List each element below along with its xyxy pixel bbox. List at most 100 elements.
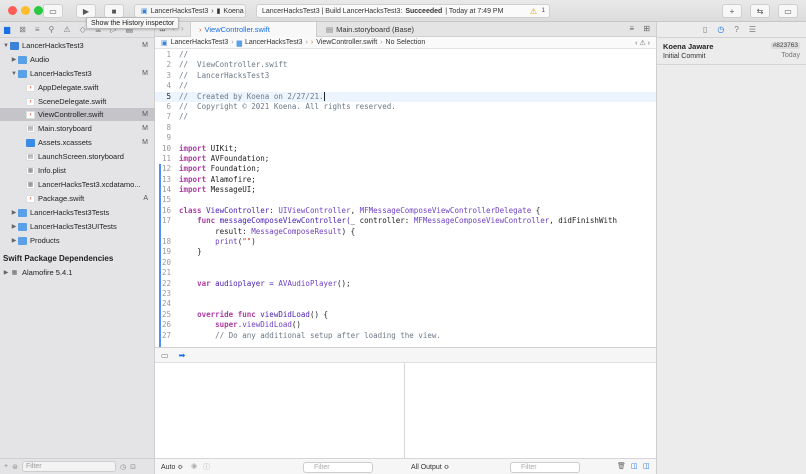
list-item[interactable]: ▼ LancerHacksTest3 M <box>0 39 155 52</box>
code-text: () <box>309 309 319 319</box>
code-line: 13 import Alamofire; <box>155 175 656 185</box>
device-icon: ▮ <box>216 8 221 15</box>
zoom-window-button[interactable] <box>34 6 43 15</box>
chevron-right-icon[interactable]: ▶ <box>10 56 18 63</box>
breadcrumb-item[interactable]: LancerHacksTest3 <box>245 39 303 46</box>
info-icon[interactable]: ⓘ <box>203 462 210 472</box>
split-view-icon[interactable]: ◫ <box>631 462 638 470</box>
list-item[interactable]: Assets.xcassets M <box>0 136 155 149</box>
code-line: 23 <box>155 289 656 299</box>
sidebar-icon: ▭ <box>49 6 57 16</box>
code-line: 19 } <box>155 247 656 257</box>
list-item[interactable]: › SceneDelegate.swift <box>0 95 155 108</box>
toggle-inspector-button[interactable]: ▭ <box>778 4 798 18</box>
forward-arrow-icon[interactable]: › <box>181 24 184 33</box>
file-inspector-icon[interactable]: ▯ <box>703 25 707 34</box>
source-editor[interactable]: 1 // 2 // ViewController.swift 3 // LancerH… <box>155 50 656 347</box>
folder-icon <box>18 55 27 64</box>
tab-label: ViewController.swift <box>204 25 270 34</box>
issue-navigation-arrows[interactable]: ‹ ⚠ › <box>635 39 650 47</box>
chevron-right-icon[interactable]: ▶ <box>10 237 18 244</box>
symbol-icon[interactable]: ≡ <box>35 25 40 34</box>
chevron-right-icon: › <box>231 39 234 46</box>
console-output-select[interactable]: All Output ≎ <box>411 463 450 471</box>
code-line: 3 // LancerHacksTest3 <box>155 71 656 81</box>
list-item-label: AppDelegate.swift <box>38 83 99 92</box>
list-item[interactable]: › ViewController.swift M <box>0 108 155 121</box>
search-icon[interactable]: ⚲ <box>49 25 55 34</box>
console-filter-input[interactable]: Filter <box>510 462 580 473</box>
scheme-selector[interactable]: ▣ LancerHacksTest3 › ▮ Koena <box>134 4 246 18</box>
console-view[interactable] <box>405 363 656 458</box>
project-icon: ▣ <box>161 39 168 47</box>
list-item[interactable]: ▤ LaunchScreen.storyboard <box>0 150 155 163</box>
history-inspector-tooltip: Show the History inspector <box>86 17 180 29</box>
list-item[interactable]: › AppDelegate.swift <box>0 81 155 94</box>
list-item[interactable]: ▦ LancerHacksTest3.xcdatamo... <box>0 178 155 191</box>
editor-options-icon[interactable]: ≡ <box>629 24 634 33</box>
library-button[interactable]: + <box>722 4 742 18</box>
variables-view[interactable] <box>155 363 405 458</box>
source-control-filter-icon[interactable]: ⊡ <box>130 463 136 471</box>
project-navigator: ▆ ⊠ ≡ ⚲ ⚠ ◇ ≣ ▷ ▤ ▼ LancerHacksTest3 M ▶… <box>0 22 155 474</box>
chevron-right-icon[interactable]: ▶ <box>10 223 18 230</box>
list-item[interactable]: ▦ Info.plist <box>0 164 155 177</box>
variable-scope-select[interactable]: Auto ≎ <box>161 463 183 471</box>
folder-icon <box>18 208 27 217</box>
code-comment: // <box>179 50 189 59</box>
folder-icon[interactable]: ▆ <box>4 25 10 34</box>
close-window-button[interactable] <box>8 6 17 15</box>
trash-icon[interactable]: 🗑 <box>617 462 626 470</box>
breadcrumb-item[interactable]: ViewController.swift <box>316 39 377 46</box>
list-item[interactable]: ▼ LancerHacksTest3 M <box>0 67 155 80</box>
breadcrumb-item[interactable]: No Selection <box>386 39 426 46</box>
chevron-down-icon[interactable]: ▼ <box>2 43 10 49</box>
hide-debug-area-icon[interactable]: ▭ <box>161 351 169 360</box>
split-view-icon[interactable]: ◫ <box>643 462 650 470</box>
commit-entry[interactable]: Koena Jaware #823763 Initial Commit Toda… <box>657 38 806 62</box>
toggle-navigator-button[interactable]: ▭ <box>43 4 63 18</box>
code-text: _ controller: <box>350 216 414 226</box>
asset-catalog-icon <box>26 138 35 147</box>
history-inspector-icon[interactable]: ◷ <box>717 25 724 34</box>
list-item[interactable]: ▶ Products <box>0 234 155 247</box>
minimize-window-button[interactable] <box>21 6 30 15</box>
arrows-icon: ⇆ <box>756 6 764 16</box>
run-button[interactable]: ▶ <box>76 4 96 18</box>
code-text: , didFinishWith <box>549 216 618 226</box>
code-review-button[interactable]: ⇆ <box>750 4 770 18</box>
breakpoints-toggle-icon[interactable]: ➡ <box>179 351 186 360</box>
line-number: 8 <box>166 122 171 132</box>
source-control-icon[interactable]: ⊠ <box>19 25 26 34</box>
quick-help-icon[interactable]: ? <box>734 25 738 34</box>
build-status: Succeeded <box>405 7 443 15</box>
code-text: , <box>350 205 360 215</box>
navigator-filter-input[interactable]: Filter <box>21 461 116 472</box>
chevron-right-icon[interactable]: ▶ <box>2 269 10 276</box>
list-item[interactable]: › Package.swift A <box>0 192 155 205</box>
breadcrumb-item[interactable]: LancerHacksTest3 <box>171 39 229 46</box>
storyboard-icon: ▤ <box>26 152 35 161</box>
package-row[interactable]: ▶ ▦ Alamofire 5.4.1 <box>0 266 155 279</box>
tab-viewcontroller[interactable]: › ViewController.swift <box>190 22 317 37</box>
list-item[interactable]: ▶ Audio <box>0 53 155 66</box>
warning-icon[interactable]: ⚠ <box>530 7 537 16</box>
split-editor-icon[interactable]: ⊞ <box>643 24 650 33</box>
list-item[interactable]: ▶ LancerHacksTest3UITests <box>0 220 155 233</box>
chevron-down-icon[interactable]: ▼ <box>10 71 18 77</box>
status-badge: M <box>142 139 148 146</box>
stop-button[interactable]: ■ <box>104 4 124 18</box>
attributes-inspector-icon[interactable]: ☰ <box>749 25 756 34</box>
recent-files-icon[interactable]: ◷ <box>120 463 126 471</box>
eye-icon[interactable]: ◉ <box>191 462 197 470</box>
list-item[interactable]: ▶ LancerHacksTest3Tests <box>0 206 155 219</box>
tab-main-storyboard[interactable]: ▤ Main.storyboard (Base) <box>318 22 468 37</box>
swift-file-icon: › <box>26 194 35 203</box>
issue-icon[interactable]: ⚠ <box>63 25 70 34</box>
variables-filter-input[interactable]: Filter <box>303 462 373 473</box>
chevron-right-icon[interactable]: ▶ <box>10 209 18 216</box>
list-item[interactable]: ▤ Main.storyboard M <box>0 122 155 135</box>
add-icon[interactable]: + <box>4 463 8 470</box>
test-icon[interactable]: ◇ <box>80 25 86 34</box>
code-text: UIKit; <box>206 143 238 153</box>
